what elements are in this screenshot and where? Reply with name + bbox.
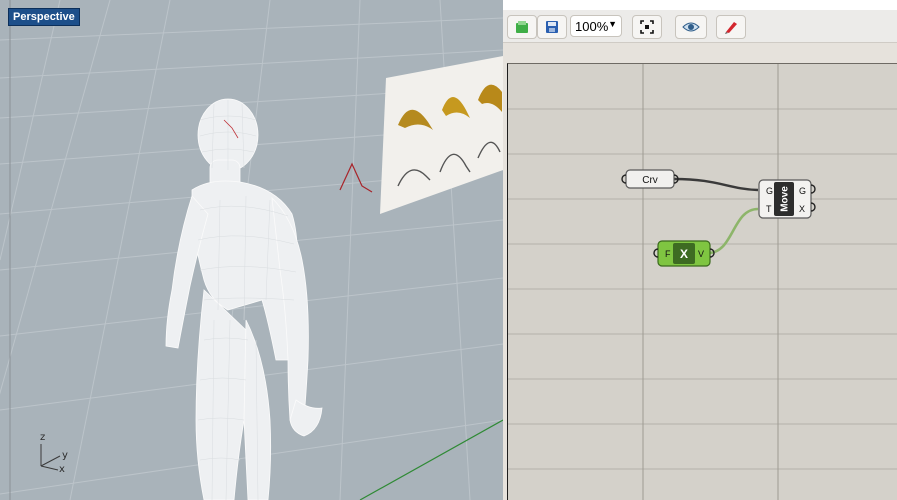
chevron-down-icon: ▼ [608,19,617,29]
move-label: Move [780,186,791,212]
selected-curve[interactable] [339,162,373,193]
y-axis-line [359,419,503,500]
axis-y-label: y [62,450,68,461]
reference-image-plane[interactable] [380,56,503,214]
wire-crv-to-move[interactable] [673,177,759,192]
grasshopper-panel: 100% ▼ Crv G T G X Move F V X [503,0,897,500]
open-file-button[interactable] [507,15,537,39]
wire-vector-to-move[interactable] [707,207,759,255]
move-component[interactable]: G T G X Move [758,179,816,219]
zoom-extents-button[interactable] [632,15,662,39]
move-input-g[interactable]: G [766,186,773,196]
move-output-x[interactable]: X [799,204,805,214]
vector-output-v[interactable]: V [698,249,704,259]
canvas-grid-major [642,64,779,500]
crv-label: Crv [642,175,658,186]
vector-input-f[interactable]: F [665,249,671,259]
unit-x-component[interactable]: F V X [653,240,715,267]
canvas-grid [508,108,897,470]
save-icon [546,21,558,33]
sketch-pen-icon [725,22,737,34]
grasshopper-canvas[interactable]: Crv G T G X Move F V X [507,63,897,500]
axis-z-label: z [40,432,46,443]
viewport-title[interactable]: Perspective [8,8,80,26]
move-input-t[interactable]: T [766,204,772,214]
open-file-icon [516,21,528,33]
crv-param-node[interactable]: Crv [621,169,679,189]
move-output-g[interactable]: G [799,186,806,196]
axis-x-label: x [59,464,65,475]
perspective-viewport[interactable]: Perspective z y x [0,0,503,500]
zoom-value: 100% [575,18,609,34]
zoom-extents-icon [640,20,654,34]
zoom-selector[interactable]: 100% ▼ [570,15,622,37]
panel-top-strip [503,0,897,10]
preview-eye-icon [682,22,700,32]
human-mesh[interactable] [165,98,323,500]
vector-label: X [680,247,688,261]
sketch-pen-button[interactable] [716,15,746,39]
viewport-scene[interactable] [0,0,503,500]
canvas-drawing[interactable]: Crv G T G X Move F V X [508,64,897,500]
save-button[interactable] [537,15,567,39]
axis-gizmo [40,444,61,471]
preview-toggle-button[interactable] [675,15,707,39]
canvas-toolbar: 100% ▼ [503,10,897,43]
